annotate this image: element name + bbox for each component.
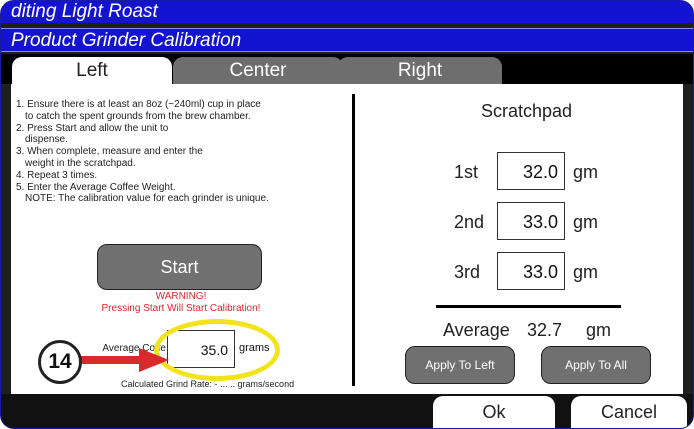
window-frame: diting Light Roast Product Grinder Calib… bbox=[0, 0, 694, 429]
scratchpad-row-label: 2nd bbox=[454, 212, 485, 232]
panel-divider bbox=[352, 94, 355, 386]
annotation-step-number: 14 bbox=[38, 340, 82, 384]
instruction-line: 5. Enter the Average Coffee Weight. bbox=[16, 181, 176, 193]
ok-button[interactable]: Ok bbox=[433, 396, 555, 428]
screen-subtitle: Product Grinder Calibration bbox=[1, 28, 693, 52]
scratchpad-unit: gm bbox=[573, 162, 599, 182]
start-warning: WARNING! Pressing Start Will Start Calib… bbox=[21, 291, 341, 315]
apply-to-left-button[interactable]: Apply To Left bbox=[405, 346, 515, 384]
tab-bar: Left Center Right bbox=[1, 54, 693, 84]
warning-text: Pressing Start Will Start Calibration! bbox=[101, 303, 261, 314]
screen-title: diting Light Roast bbox=[1, 1, 693, 23]
apply-to-all-button[interactable]: Apply To All bbox=[541, 346, 651, 384]
instruction-line: to catch the spent grounds from the brew… bbox=[25, 110, 251, 122]
tab-center[interactable]: Center bbox=[173, 57, 343, 84]
instructions: 1. Ensure there is at least an 8oz (~240… bbox=[16, 99, 346, 205]
scratchpad-unit: gm bbox=[573, 212, 599, 232]
scratchpad-row-label: 3rd bbox=[454, 262, 481, 282]
scratchpad-average-label: Average bbox=[443, 320, 510, 340]
scratchpad-input-3[interactable]: 33.0 bbox=[497, 252, 565, 290]
annotation-arrow-icon bbox=[73, 348, 169, 372]
instruction-line: 4. Repeat 3 times. bbox=[16, 169, 98, 181]
calculated-grind-rate: Calculated Grind Rate: - ... .. grams/se… bbox=[121, 379, 295, 389]
scratchpad-average-unit: gm bbox=[586, 320, 612, 340]
instruction-line: dispense. bbox=[25, 134, 68, 146]
scratchpad-input-1[interactable]: 32.0 bbox=[497, 152, 565, 190]
scratchpad-divider bbox=[436, 305, 621, 308]
instruction-line: 2. Press Start and allow the unit to bbox=[16, 122, 169, 134]
footer-bar: Ok Cancel bbox=[1, 394, 693, 428]
warning-title: WARNING! bbox=[155, 291, 207, 302]
instruction-line: 1. Ensure there is at least an 8oz (~240… bbox=[16, 99, 261, 110]
cancel-button[interactable]: Cancel bbox=[571, 396, 687, 428]
scratchpad-input-2[interactable]: 33.0 bbox=[497, 202, 565, 240]
start-button[interactable]: Start bbox=[97, 244, 262, 290]
scratchpad-title: Scratchpad bbox=[481, 101, 573, 121]
instruction-line: 3. When complete, measure and enter the bbox=[16, 146, 203, 158]
scratchpad-unit: gm bbox=[573, 262, 599, 282]
scratchpad-average-value: 32.7 bbox=[527, 320, 563, 340]
tab-right[interactable]: Right bbox=[338, 57, 502, 84]
tab-left[interactable]: Left bbox=[12, 57, 172, 84]
instruction-line: weight in the scratchpad. bbox=[25, 157, 136, 169]
scratchpad-row-label: 1st bbox=[454, 162, 479, 182]
instruction-line: NOTE: The calibration value for each gri… bbox=[25, 193, 269, 205]
tab-content: 1. Ensure there is at least an 8oz (~240… bbox=[11, 84, 683, 394]
